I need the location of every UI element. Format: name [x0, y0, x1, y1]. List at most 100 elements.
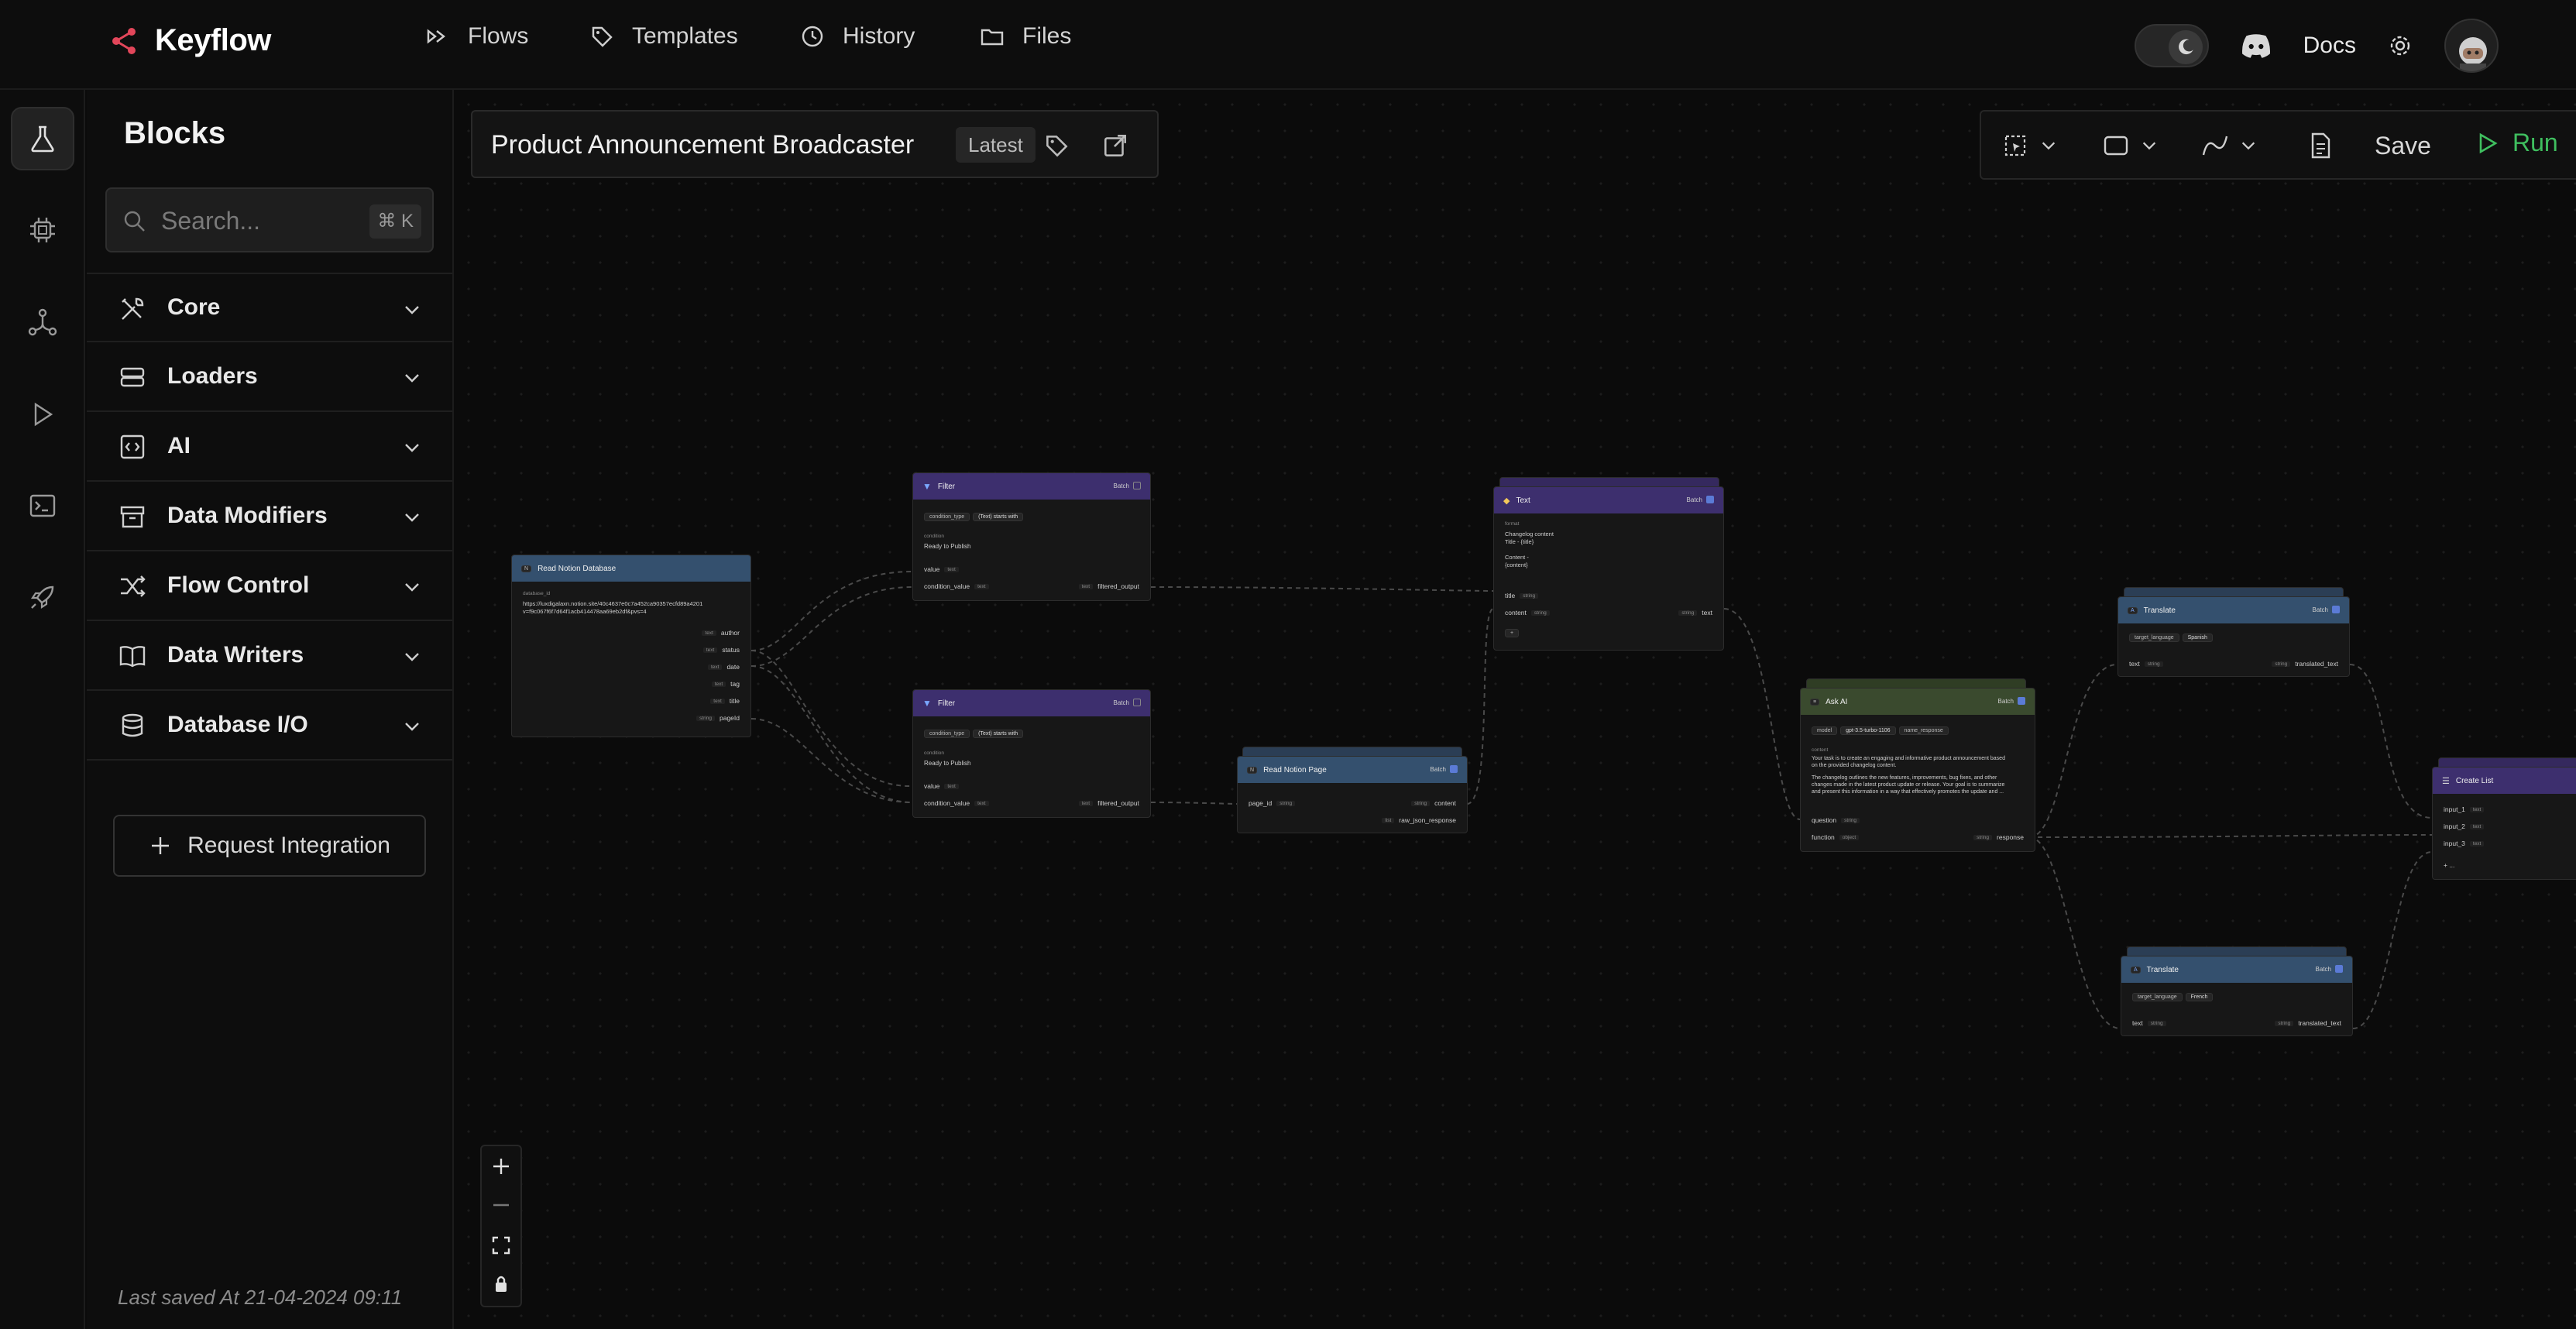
rail-deploy-button[interactable]	[11, 565, 74, 629]
ai-icon: ≡	[1810, 698, 1820, 706]
docs-link[interactable]: Docs	[2303, 33, 2356, 59]
last-saved-status: Last saved At 21-04-2024 09:11	[118, 1286, 403, 1309]
shape-dropdown[interactable]	[2100, 130, 2158, 161]
batch-toggle[interactable]: Batch	[2313, 606, 2340, 613]
logo-icon	[112, 27, 136, 54]
chevron-down-icon	[2042, 142, 2056, 150]
node-read-notion-database[interactable]: N Read Notion Database database_id https…	[511, 555, 751, 737]
category-loaders-label: Loaders	[167, 363, 258, 389]
condition-value[interactable]: Ready to Publish	[924, 760, 970, 767]
rail-chip-button[interactable]	[11, 198, 74, 262]
flow-canvas[interactable]: Product Announcement Broadcaster Latest …	[455, 91, 2576, 1329]
model-field[interactable]: model gpt-3.5-turbo-1106 name_response	[1812, 726, 1952, 735]
node-header: ▼ Filter Batch	[913, 473, 1150, 500]
zoom-in-icon[interactable]	[489, 1154, 513, 1179]
node-translate-spanish[interactable]: A Translate Batch target_language Spanish…	[2117, 596, 2350, 677]
input-content: content string string text	[1505, 609, 1712, 616]
condition-value[interactable]: Ready to Publish	[924, 543, 970, 550]
node-text[interactable]: ◆ Text Batch format Changelog content Ti…	[1493, 486, 1724, 651]
batch-toggle[interactable]: Batch	[1687, 496, 1714, 503]
chevron-down-icon	[405, 723, 419, 731]
user-avatar[interactable]	[2444, 19, 2499, 73]
external-link-icon[interactable]	[1101, 132, 1129, 160]
discord-icon[interactable]	[2240, 33, 2272, 59]
format-body[interactable]: Changelog content Title - {title} Conten…	[1505, 531, 1554, 569]
node-filter-2[interactable]: ▼ Filter Batch condition_type (Text) star…	[912, 689, 1151, 818]
document-icon	[2311, 132, 2330, 159]
tag-icon	[592, 26, 613, 47]
param-label: database_id	[523, 591, 551, 596]
batch-toggle[interactable]: Batch	[1114, 482, 1141, 489]
rail-terminal-button[interactable]	[11, 474, 74, 537]
batch-toggle[interactable]: Batch	[1114, 699, 1141, 706]
app-name: Keyflow	[155, 23, 271, 57]
lock-icon[interactable]	[489, 1272, 513, 1296]
search-shortcut-badge: ⌘ K	[369, 204, 421, 239]
batch-toggle[interactable]: Batch	[1431, 765, 1458, 773]
gear-icon[interactable]	[2387, 33, 2413, 59]
condition-label: condition	[924, 750, 945, 756]
server-icon	[120, 367, 145, 387]
node-header: A Translate Batch	[2121, 956, 2352, 983]
app-logo[interactable]: Keyflow	[108, 23, 271, 58]
notes-button[interactable]	[2305, 130, 2336, 161]
rail-blocks-button[interactable]	[11, 107, 74, 170]
chevron-down-icon	[405, 306, 419, 314]
batch-toggle[interactable]: Batch	[2316, 965, 2343, 973]
condition-type-field[interactable]: condition_type (Text) starts with	[924, 512, 1026, 521]
blocks-search[interactable]: ⌘ K	[105, 187, 434, 252]
target-language-field[interactable]: target_language Spanish	[2129, 633, 2216, 642]
node-header: ▼ Filter Batch	[913, 690, 1150, 716]
condition-label: condition	[924, 534, 945, 539]
run-button[interactable]: Run	[2474, 129, 2558, 157]
input-condition-value: condition_value text text filtered_output	[924, 582, 1139, 590]
prompt-content[interactable]: Your task is to create an engaging and i…	[1812, 755, 2032, 795]
content-label: content	[1812, 747, 1829, 753]
category-ai[interactable]: AI	[87, 412, 452, 482]
category-data-modifiers[interactable]: Data Modifiers	[87, 482, 452, 551]
param-value-cont: v=f9c067f6f7d64f1acb414478aa69eb2df&pvs=…	[523, 608, 647, 615]
param-value[interactable]: https://luxdigalaxn.notion.site/40c4637e…	[523, 600, 732, 607]
zoom-out-icon[interactable]	[489, 1193, 513, 1217]
condition-type-field[interactable]: condition_type (Text) starts with	[924, 729, 1026, 738]
nav-files[interactable]: Files	[979, 23, 1071, 50]
batch-toggle[interactable]: Batch	[1998, 697, 2025, 705]
category-data-writers[interactable]: Data Writers	[87, 621, 452, 691]
output-raw-json: list raw_json_response	[1249, 814, 1456, 826]
select-mode-dropdown[interactable]	[2000, 130, 2057, 161]
node-filter-1[interactable]: ▼ Filter Batch condition_type (Text) star…	[912, 472, 1151, 601]
add-input-button[interactable]: +	[1505, 627, 1712, 639]
nav-history[interactable]: History	[799, 23, 915, 50]
node-translate-french[interactable]: A Translate Batch target_language French …	[2121, 956, 2353, 1036]
request-integration-button[interactable]: Request Integration	[113, 815, 426, 877]
folder-icon	[981, 29, 1004, 46]
fit-view-icon[interactable]	[489, 1233, 513, 1258]
add-input-button[interactable]: + ...	[2444, 859, 2575, 871]
search-input[interactable]	[161, 203, 355, 239]
output-status: text status	[523, 644, 740, 656]
theme-toggle[interactable]	[2134, 24, 2209, 67]
nav-flows[interactable]: Flows	[424, 23, 528, 50]
version-badge[interactable]: Latest	[956, 127, 1036, 163]
category-core[interactable]: Core	[87, 273, 452, 342]
node-read-notion-page[interactable]: N Read Notion Page Batch page_id string st…	[1237, 756, 1468, 833]
output-tag: text tag	[523, 678, 740, 690]
rail-workflow-button[interactable]	[11, 291, 74, 355]
nav-templates[interactable]: Templates	[589, 23, 738, 50]
filter-icon: ▼	[922, 481, 932, 492]
flow-title-bar: Product Announcement Broadcaster Latest	[471, 110, 1159, 178]
node-create-list[interactable]: ☰ Create List input_1 text input_2 text in…	[2432, 767, 2576, 880]
save-button[interactable]: Save	[2375, 132, 2431, 160]
tag-icon[interactable]	[1042, 132, 1070, 160]
output-title: text title	[523, 695, 740, 707]
category-ai-label: AI	[167, 433, 191, 458]
category-loaders[interactable]: Loaders	[87, 342, 452, 412]
target-language-field[interactable]: target_language French	[2132, 992, 2216, 1001]
rail-run-button[interactable]	[11, 383, 74, 446]
category-flow-control[interactable]: Flow Control	[87, 551, 452, 621]
top-navigation-bar: Keyflow Flows Templates History Files Do…	[0, 0, 2576, 90]
node-ask-ai[interactable]: ≡ Ask AI Batch model gpt-3.5-turbo-1106 na…	[1800, 688, 2035, 852]
edge-style-dropdown[interactable]	[2200, 130, 2257, 161]
flow-title[interactable]: Product Announcement Broadcaster	[491, 130, 914, 160]
category-database-io[interactable]: Database I/O	[87, 691, 452, 761]
